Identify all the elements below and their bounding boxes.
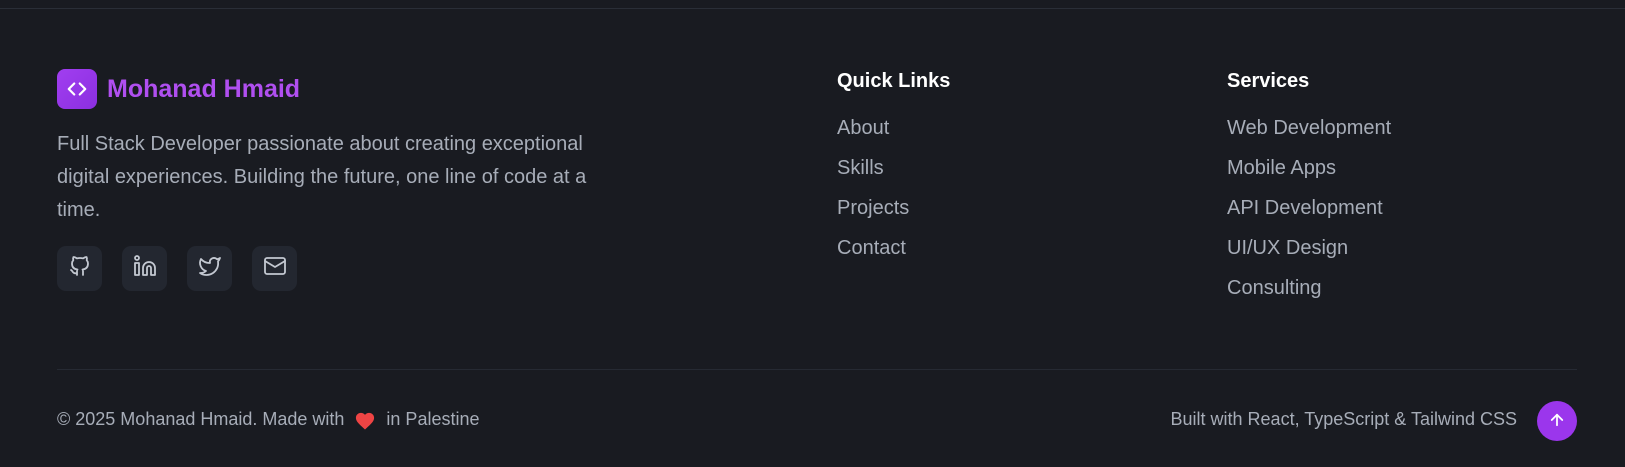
arrow-up-icon bbox=[1548, 411, 1566, 432]
social-links bbox=[57, 246, 297, 291]
copyright-prefix: © 2025 Mohanad Hmaid. Made with bbox=[57, 409, 345, 429]
linkedin-icon bbox=[133, 254, 157, 283]
services-title: Services bbox=[1227, 70, 1310, 92]
heart-icon bbox=[354, 410, 376, 430]
quick-link-skills[interactable]: Skills bbox=[837, 155, 950, 195]
brand[interactable]: Mohanad Hmaid bbox=[57, 69, 300, 109]
quick-links-column: Quick Links About Skills Projects Contac… bbox=[837, 70, 950, 275]
quick-link-projects[interactable]: Projects bbox=[837, 195, 950, 235]
built-with-text: Built with React, TypeScript & Tailwind … bbox=[1170, 409, 1517, 429]
copyright: © 2025 Mohanad Hmaid. Made with in Pales… bbox=[57, 409, 479, 430]
service-mobile-apps[interactable]: Mobile Apps bbox=[1227, 155, 1391, 195]
service-consulting[interactable]: Consulting bbox=[1227, 275, 1391, 315]
mail-icon bbox=[263, 254, 287, 283]
bio-text: Full Stack Developer passionate about cr… bbox=[57, 133, 587, 221]
services-column: Services Web Development Mobile Apps API… bbox=[1227, 70, 1391, 315]
brand-name: Mohanad Hmaid bbox=[107, 74, 301, 103]
quick-link-contact[interactable]: Contact bbox=[837, 235, 950, 275]
service-ui-ux-design[interactable]: UI/UX Design bbox=[1227, 235, 1391, 275]
quick-links-title: Quick Links bbox=[837, 70, 951, 92]
scroll-to-top-button[interactable] bbox=[1537, 401, 1577, 441]
service-api-development[interactable]: API Development bbox=[1227, 195, 1391, 235]
code-brackets-icon bbox=[57, 69, 97, 109]
twitter-icon bbox=[198, 254, 222, 283]
quick-link-about[interactable]: About bbox=[837, 115, 950, 155]
linkedin-link[interactable] bbox=[122, 246, 167, 291]
github-icon bbox=[68, 254, 92, 283]
github-link[interactable] bbox=[57, 246, 102, 291]
twitter-link[interactable] bbox=[187, 246, 232, 291]
copyright-suffix: in Palestine bbox=[386, 409, 480, 429]
service-web-development[interactable]: Web Development bbox=[1227, 115, 1391, 155]
header-border bbox=[0, 0, 1625, 9]
email-link[interactable] bbox=[252, 246, 297, 291]
footer-divider bbox=[57, 369, 1577, 370]
